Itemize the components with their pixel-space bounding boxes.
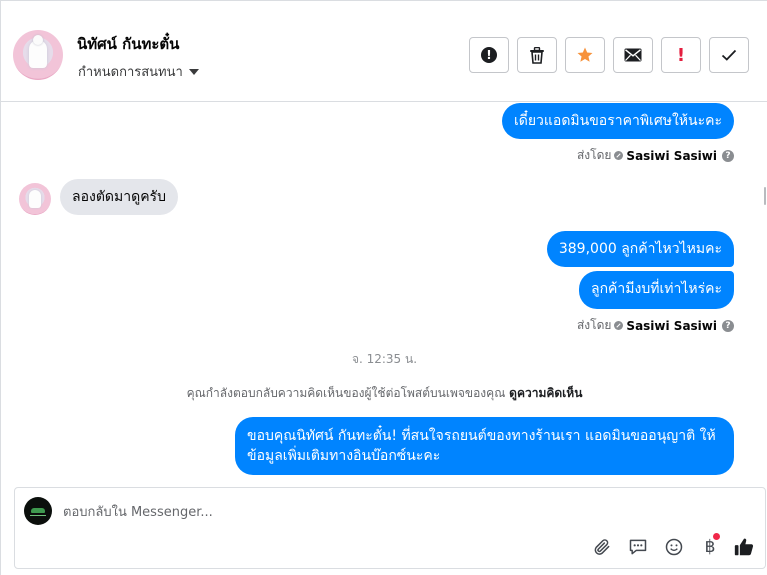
smiley-icon <box>665 538 683 556</box>
paperclip-icon <box>594 539 610 555</box>
notification-dot <box>713 533 721 540</box>
message-bubble-outgoing[interactable]: เดี๋ยวแอดมินขอราคาพิเศษให้นะคะ <box>501 103 734 139</box>
contact-avatar[interactable] <box>13 30 63 80</box>
mark-done-button[interactable] <box>709 37 749 73</box>
thumbs-up-icon <box>734 538 754 556</box>
message-timestamp: จ. 12:35 น. <box>351 352 418 366</box>
like-button[interactable] <box>732 535 756 559</box>
sent-by-prefix: ส่งโดย <box>576 148 612 162</box>
view-comment-link[interactable]: ดูความคิดเห็น <box>509 386 582 400</box>
mark-unread-button[interactable] <box>613 37 653 73</box>
sent-by-prefix: ส่งโดย <box>576 318 612 332</box>
reply-context-text: คุณกำลังตอบกลับความคิดเห็นของผู้ใช้ต่อโพ… <box>186 386 506 400</box>
conversation-header: นิทัศน์ กันทะตั๋น กำหนดการสนทนา ! ! <box>1 1 767 102</box>
logo-underline <box>30 515 46 516</box>
sent-by-label: ส่งโดย Sasiwi Sasiwi ? <box>577 316 734 335</box>
contact-avatar-small[interactable] <box>19 183 51 215</box>
page-avatar <box>24 497 52 525</box>
envelope-icon <box>624 48 642 62</box>
check-icon <box>721 49 737 61</box>
message-bubble-incoming[interactable]: ลองตัดมาดูครับ <box>60 179 178 215</box>
avatar-figure <box>29 190 41 208</box>
car-logo-icon <box>31 508 45 513</box>
caret-down-icon <box>188 69 199 75</box>
reply-input[interactable] <box>63 502 623 522</box>
baht-glyph: ฿ <box>704 537 716 557</box>
contact-name[interactable]: นิทัศน์ กันทะตั๋น <box>77 32 179 56</box>
star-icon <box>577 47 593 62</box>
verified-dot-icon <box>614 151 624 160</box>
message-bubble-outgoing[interactable]: 389,000 ลูกค้าไหวไหมคะ <box>546 231 734 267</box>
message-bubble-outgoing[interactable]: ลูกค้ามีงบที่เท่าไหร่คะ <box>578 271 734 309</box>
speech-bubble-icon <box>629 539 647 555</box>
sender-name[interactable]: Sasiwi Sasiwi <box>626 149 717 163</box>
reply-context-notice: คุณกำลังตอบกลับความคิดเห็นของผู้ใช้ต่อโพ… <box>1 384 767 403</box>
exclamation-icon: ! <box>676 44 686 66</box>
report-button[interactable]: ! <box>469 37 509 73</box>
message-bubble-outgoing[interactable]: ขอบคุณนิทัศน์ กันทะตั๋น! ที่สนใจรถยนต์ขอ… <box>235 417 734 475</box>
conversation-panel: นิทัศน์ กันทะตั๋น กำหนดการสนทนา ! ! เดี๋… <box>0 0 767 575</box>
baht-icon: ฿ <box>704 533 721 557</box>
help-icon[interactable]: ? <box>722 149 734 162</box>
reply-composer: ฿ <box>14 487 766 569</box>
star-button[interactable] <box>565 37 605 73</box>
scrollbar-thumb[interactable] <box>764 187 766 205</box>
emoji-button[interactable] <box>662 535 686 559</box>
mark-spam-button[interactable]: ! <box>661 37 701 73</box>
help-icon[interactable]: ? <box>722 319 734 332</box>
avatar-figure-head <box>33 35 43 45</box>
verified-dot-icon <box>614 321 624 330</box>
conversation-schedule-label: กำหนดการสนทนา <box>78 65 183 80</box>
delete-button[interactable] <box>517 37 557 73</box>
sender-name[interactable]: Sasiwi Sasiwi <box>626 319 717 333</box>
report-icon: ! <box>481 47 497 63</box>
message-thread[interactable]: เดี๋ยวแอดมินขอราคาพิเศษให้นะคะ ส่งโดย Sa… <box>1 103 767 485</box>
trash-icon <box>530 46 544 64</box>
sent-by-label: ส่งโดย Sasiwi Sasiwi ? <box>577 146 734 165</box>
payment-button[interactable]: ฿ <box>698 533 722 559</box>
conversation-schedule-dropdown[interactable]: กำหนดการสนทนา <box>78 61 199 82</box>
attach-button[interactable] <box>590 535 614 559</box>
saved-replies-button[interactable] <box>626 535 650 559</box>
